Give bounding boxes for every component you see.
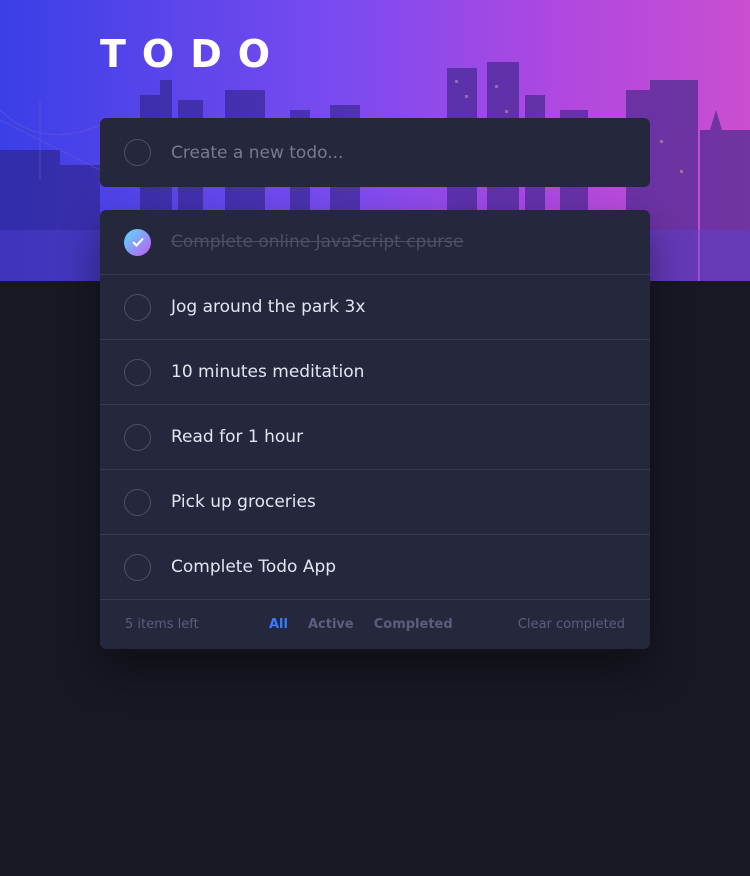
filter-group: All Active Completed — [269, 617, 453, 632]
todo-item-text: Complete Todo App — [171, 557, 337, 577]
todo-item[interactable]: 10 minutes meditation — [100, 340, 650, 405]
filter-completed[interactable]: Completed — [374, 617, 453, 632]
new-todo-check-circle[interactable] — [124, 139, 151, 166]
todo-item[interactable]: Complete Todo App — [100, 535, 650, 600]
todo-item[interactable]: Jog around the park 3x — [100, 275, 650, 340]
todo-list: Complete online JavaScript cpurse Jog aro… — [100, 210, 650, 649]
app-title: TODO — [100, 32, 287, 76]
check-circle[interactable] — [124, 488, 151, 516]
todo-item-text: Pick up groceries — [171, 492, 316, 512]
check-circle[interactable] — [124, 553, 151, 581]
todo-item[interactable]: Read for 1 hour — [100, 405, 650, 470]
filter-active[interactable]: Active — [308, 617, 354, 632]
check-circle[interactable] — [124, 358, 151, 386]
checked-circle-icon[interactable] — [124, 228, 151, 256]
new-todo-input[interactable] — [171, 142, 611, 163]
new-todo-bar — [100, 118, 650, 187]
checkmark-icon — [131, 237, 144, 247]
items-left-count: 5 items left — [125, 617, 199, 632]
todo-item-text: Jog around the park 3x — [171, 297, 366, 317]
check-circle[interactable] — [124, 423, 151, 451]
todo-item[interactable]: Complete online JavaScript cpurse — [100, 210, 650, 275]
todo-footer: 5 items left All Active Completed Clear … — [100, 600, 650, 649]
todo-item-text: Complete online JavaScript cpurse — [171, 232, 464, 252]
clear-completed-button[interactable]: Clear completed — [518, 617, 625, 632]
todo-item-text: 10 minutes meditation — [171, 362, 365, 382]
check-circle[interactable] — [124, 293, 151, 321]
filter-all[interactable]: All — [269, 617, 288, 632]
todo-item[interactable]: Pick up groceries — [100, 470, 650, 535]
todo-item-text: Read for 1 hour — [171, 427, 304, 447]
